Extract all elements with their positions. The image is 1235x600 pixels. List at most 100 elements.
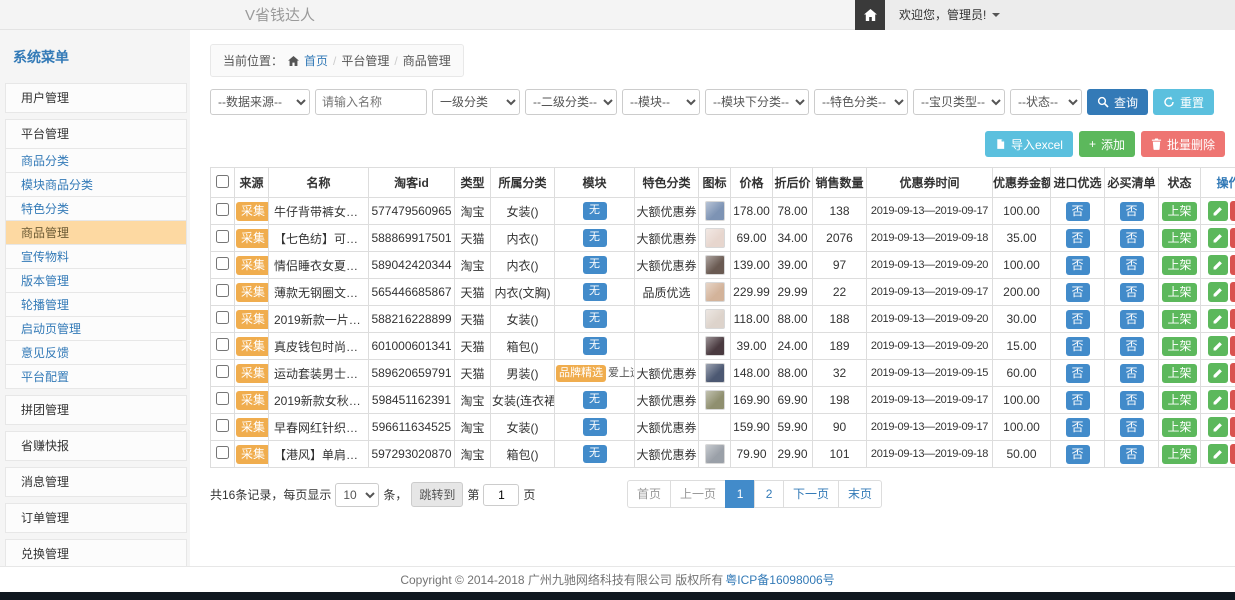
- breadcrumb-item-platform[interactable]: 平台管理: [341, 52, 389, 69]
- import-select-toggle[interactable]: 否: [1066, 283, 1090, 302]
- delete-button[interactable]: [1230, 417, 1235, 437]
- edit-button[interactable]: [1208, 255, 1228, 275]
- import-select-toggle[interactable]: 否: [1066, 445, 1090, 464]
- must-buy-toggle[interactable]: 否: [1120, 256, 1144, 275]
- import-select-toggle[interactable]: 否: [1066, 418, 1090, 437]
- reset-button[interactable]: 重置: [1153, 89, 1214, 115]
- page-button-next[interactable]: 下一页: [783, 480, 839, 508]
- sidebar-item-carousel-management[interactable]: 轮播管理: [5, 292, 187, 317]
- edit-button[interactable]: [1208, 309, 1228, 329]
- status-toggle[interactable]: 上架: [1162, 256, 1196, 275]
- sidebar-item-module-goods-category[interactable]: 模块商品分类: [5, 172, 187, 197]
- user-menu[interactable]: 欢迎您，管理员!: [899, 6, 1000, 23]
- delete-button[interactable]: [1230, 336, 1235, 356]
- import-select-toggle[interactable]: 否: [1066, 337, 1090, 356]
- row-checkbox[interactable]: [216, 203, 229, 216]
- edit-button[interactable]: [1208, 228, 1228, 248]
- must-buy-toggle[interactable]: 否: [1120, 283, 1144, 302]
- sidebar-item-platform[interactable]: 平台管理: [5, 119, 187, 149]
- sidebar-item-order[interactable]: 订单管理: [5, 503, 187, 533]
- add-button[interactable]: + 添加: [1079, 131, 1135, 157]
- delete-button[interactable]: [1230, 282, 1235, 302]
- filter-select[interactable]: --宝贝类型--: [913, 89, 1005, 115]
- must-buy-toggle[interactable]: 否: [1120, 337, 1144, 356]
- page-button-first[interactable]: 首页: [627, 480, 671, 508]
- filter-select[interactable]: --二级分类--: [525, 89, 617, 115]
- edit-button[interactable]: [1208, 363, 1228, 383]
- must-buy-toggle[interactable]: 否: [1120, 391, 1144, 410]
- status-toggle[interactable]: 上架: [1162, 445, 1196, 464]
- search-button[interactable]: 查询: [1087, 89, 1148, 115]
- sidebar-item-goods-category[interactable]: 商品分类: [5, 148, 187, 173]
- sidebar-item-version-management[interactable]: 版本管理: [5, 268, 187, 293]
- import-select-toggle[interactable]: 否: [1066, 364, 1090, 383]
- filter-select[interactable]: 一级分类: [432, 89, 520, 115]
- must-buy-toggle[interactable]: 否: [1120, 418, 1144, 437]
- row-checkbox[interactable]: [216, 392, 229, 405]
- filter-select[interactable]: --特色分类--: [814, 89, 908, 115]
- status-toggle[interactable]: 上架: [1162, 310, 1196, 329]
- edit-button[interactable]: [1208, 282, 1228, 302]
- icp-link[interactable]: 粤ICP备16098006号: [725, 571, 834, 588]
- sidebar-item-express[interactable]: 省赚快报: [5, 431, 187, 461]
- sidebar-item-feedback[interactable]: 意见反馈: [5, 340, 187, 365]
- select-all-checkbox[interactable]: [216, 175, 229, 188]
- import-select-toggle[interactable]: 否: [1066, 229, 1090, 248]
- jump-page-input[interactable]: [483, 484, 519, 506]
- delete-button[interactable]: [1230, 255, 1235, 275]
- delete-button[interactable]: [1230, 363, 1235, 383]
- row-checkbox[interactable]: [216, 284, 229, 297]
- sidebar-item-exchange[interactable]: 兑换管理: [5, 539, 187, 567]
- filter-select[interactable]: --模块下分类--: [705, 89, 809, 115]
- must-buy-toggle[interactable]: 否: [1120, 364, 1144, 383]
- status-toggle[interactable]: 上架: [1162, 391, 1196, 410]
- delete-button[interactable]: [1230, 201, 1235, 221]
- page-button-prev[interactable]: 上一页: [670, 480, 726, 508]
- sidebar-item-groupbuy[interactable]: 拼团管理: [5, 395, 187, 425]
- edit-button[interactable]: [1208, 444, 1228, 464]
- sidebar-item-splash-management[interactable]: 启动页管理: [5, 316, 187, 341]
- delete-button[interactable]: [1230, 309, 1235, 329]
- filter-select[interactable]: --状态--: [1010, 89, 1082, 115]
- status-toggle[interactable]: 上架: [1162, 229, 1196, 248]
- status-toggle[interactable]: 上架: [1162, 283, 1196, 302]
- row-checkbox[interactable]: [216, 338, 229, 351]
- page-button-2[interactable]: 2: [754, 480, 784, 508]
- sidebar-item-message[interactable]: 消息管理: [5, 467, 187, 497]
- edit-button[interactable]: [1208, 336, 1228, 356]
- import-select-toggle[interactable]: 否: [1066, 202, 1090, 221]
- delete-button[interactable]: [1230, 390, 1235, 410]
- delete-button[interactable]: [1230, 444, 1235, 464]
- row-checkbox[interactable]: [216, 419, 229, 432]
- status-toggle[interactable]: 上架: [1162, 202, 1196, 221]
- import-excel-button[interactable]: 导入excel: [985, 131, 1073, 157]
- status-toggle[interactable]: 上架: [1162, 418, 1196, 437]
- edit-button[interactable]: [1208, 201, 1228, 221]
- must-buy-toggle[interactable]: 否: [1120, 445, 1144, 464]
- status-toggle[interactable]: 上架: [1162, 364, 1196, 383]
- import-select-toggle[interactable]: 否: [1066, 391, 1090, 410]
- import-select-toggle[interactable]: 否: [1066, 310, 1090, 329]
- sidebar-item-platform-config[interactable]: 平台配置: [5, 364, 187, 389]
- must-buy-toggle[interactable]: 否: [1120, 202, 1144, 221]
- breadcrumb-home-link[interactable]: 首页: [304, 52, 328, 69]
- must-buy-toggle[interactable]: 否: [1120, 229, 1144, 248]
- sidebar-item-feature-category[interactable]: 特色分类: [5, 196, 187, 221]
- sidebar-item-users[interactable]: 用户管理: [5, 83, 187, 113]
- row-checkbox[interactable]: [216, 365, 229, 378]
- row-checkbox[interactable]: [216, 311, 229, 324]
- name-search-input[interactable]: [315, 89, 427, 115]
- status-toggle[interactable]: 上架: [1162, 337, 1196, 356]
- edit-button[interactable]: [1208, 417, 1228, 437]
- page-button-last[interactable]: 末页: [838, 480, 882, 508]
- sidebar-item-promo-materials[interactable]: 宣传物料: [5, 244, 187, 269]
- row-checkbox[interactable]: [216, 257, 229, 270]
- delete-button[interactable]: [1230, 228, 1235, 248]
- batch-delete-button[interactable]: 批量删除: [1141, 131, 1225, 157]
- must-buy-toggle[interactable]: 否: [1120, 310, 1144, 329]
- home-button[interactable]: [855, 0, 885, 30]
- edit-button[interactable]: [1208, 390, 1228, 410]
- page-size-select[interactable]: 10: [335, 483, 379, 507]
- jump-button[interactable]: 跳转到: [411, 482, 463, 507]
- filter-select[interactable]: --模块--: [622, 89, 700, 115]
